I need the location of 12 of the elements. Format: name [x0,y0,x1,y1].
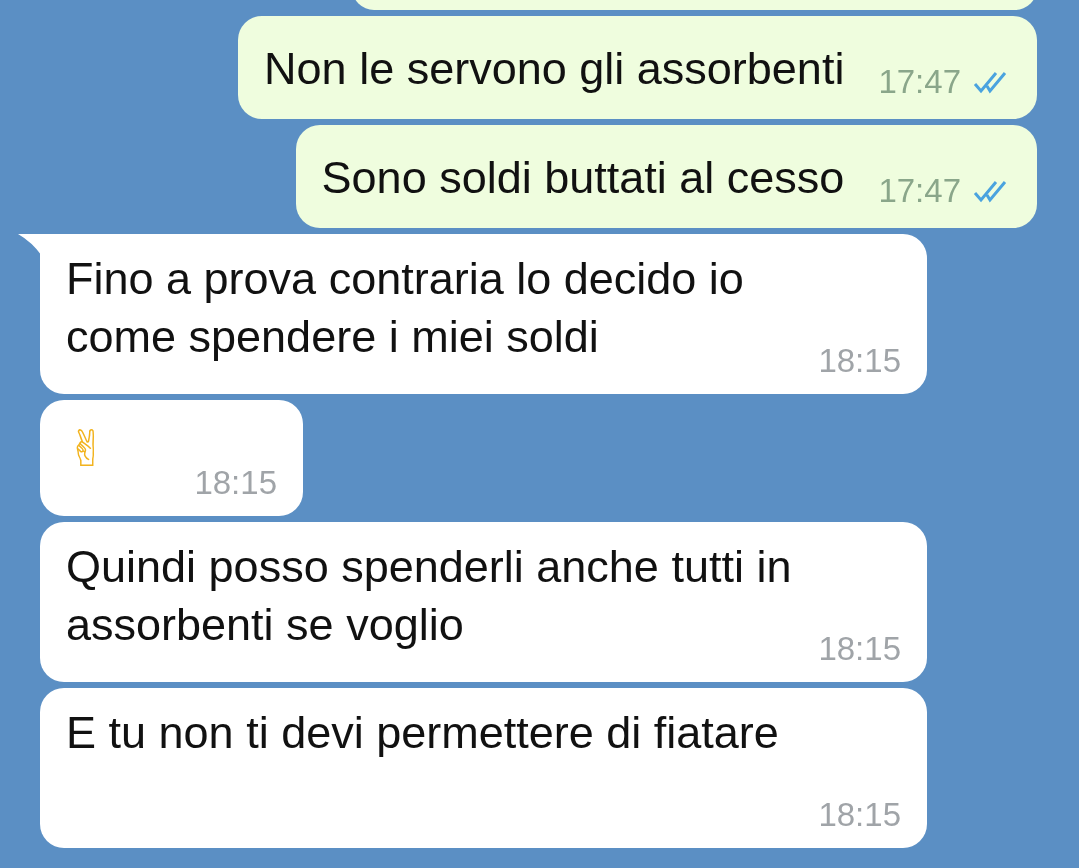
message-time: 18:15 [818,342,901,380]
message-text: Quindi posso spenderli anche tutti in assorbenti se voglio [66,540,793,652]
message-time: 17:47 [878,172,961,210]
message-text: E tu non ti devi permettere di fiatare [66,706,779,760]
message-text: Non le servono gli assorbenti [264,43,845,95]
message-time: 18:15 [818,796,901,834]
message-time: 18:15 [818,630,901,668]
message-time: 18:15 [194,464,277,502]
emoji: ✌ [66,420,108,478]
message-time: 17:47 [878,63,961,101]
message-text: Fino a prova contraria lo decido io come spendere i miei soldi [66,252,745,364]
message-text: Sono soldi buttati al cesso [321,152,845,204]
